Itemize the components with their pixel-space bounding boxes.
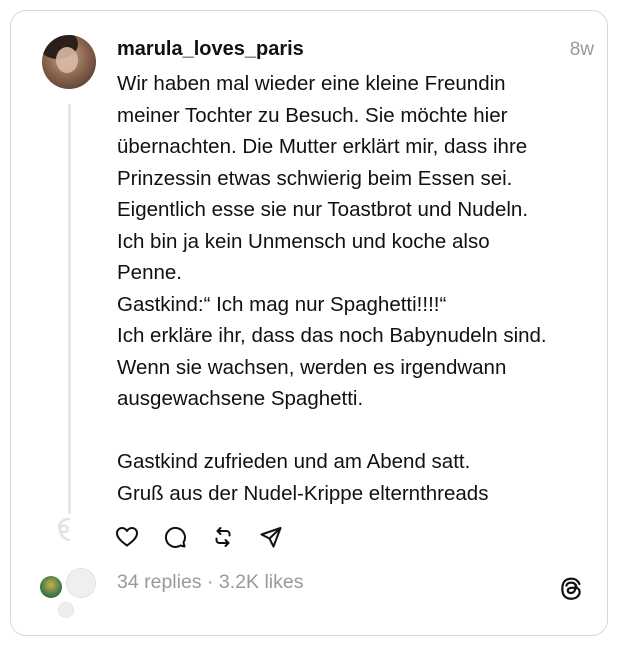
post-time[interactable]: 8w <box>570 39 594 61</box>
heart-icon <box>116 527 138 547</box>
avatar-face <box>56 47 78 73</box>
thread-line <box>68 104 71 514</box>
repost-icon <box>215 527 231 547</box>
threads-logo-icon[interactable] <box>559 576 583 602</box>
reply-avatars[interactable] <box>38 566 98 618</box>
thread-loop-icon <box>57 517 71 542</box>
repost-button[interactable] <box>210 524 236 550</box>
user-avatar[interactable] <box>42 35 96 89</box>
stats-separator: · <box>206 571 214 593</box>
comment-icon <box>164 526 186 548</box>
likes-count[interactable]: 3.2K likes <box>219 571 304 593</box>
reply-avatar <box>58 602 74 618</box>
reply-avatar <box>40 576 62 598</box>
send-icon <box>260 527 282 548</box>
reply-button[interactable] <box>162 524 188 550</box>
replies-count[interactable]: 34 replies <box>117 571 202 593</box>
like-button[interactable] <box>114 524 140 550</box>
reply-avatar <box>66 568 96 598</box>
post-actions <box>114 524 284 550</box>
share-button[interactable] <box>258 524 284 550</box>
post-text: Wir haben mal wieder eine kleine Freundi… <box>117 72 547 505</box>
post-stats: 34 replies · 3.2K likes <box>117 571 303 594</box>
post-username[interactable]: marula_loves_paris <box>117 38 304 61</box>
